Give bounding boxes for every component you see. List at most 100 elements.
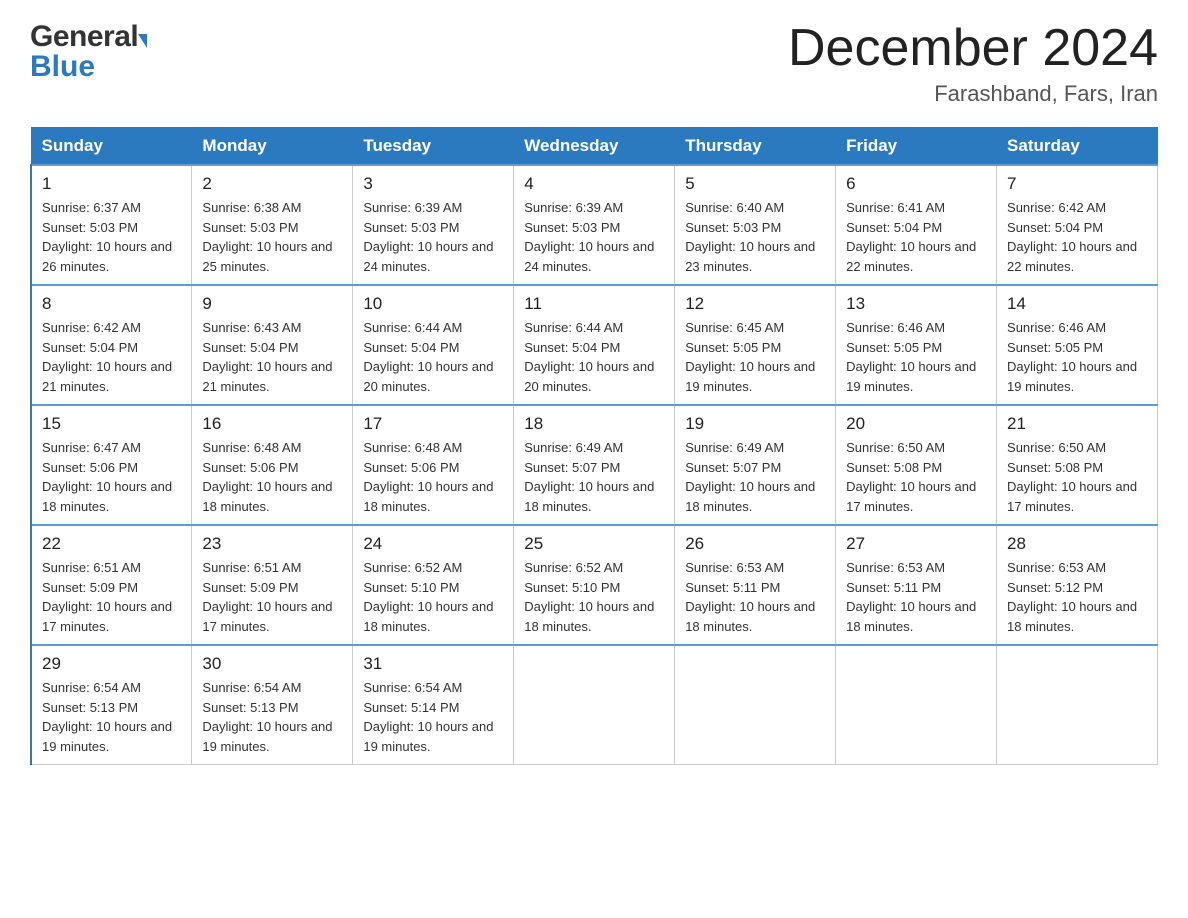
sunset-text: Sunset: 5:13 PM (42, 700, 138, 715)
sunset-text: Sunset: 5:07 PM (524, 460, 620, 475)
calendar-header-row: Sunday Monday Tuesday Wednesday Thursday… (31, 128, 1158, 166)
day-info: Sunrise: 6:42 AM Sunset: 5:04 PM Dayligh… (1007, 198, 1147, 276)
calendar-cell: 15 Sunrise: 6:47 AM Sunset: 5:06 PM Dayl… (31, 405, 192, 525)
calendar-cell: 27 Sunrise: 6:53 AM Sunset: 5:11 PM Dayl… (836, 525, 997, 645)
sunset-text: Sunset: 5:03 PM (363, 220, 459, 235)
calendar-cell: 5 Sunrise: 6:40 AM Sunset: 5:03 PM Dayli… (675, 165, 836, 285)
day-number: 2 (202, 174, 342, 194)
sunset-text: Sunset: 5:05 PM (846, 340, 942, 355)
daylight-text: Daylight: 10 hours and 20 minutes. (363, 359, 493, 394)
calendar-cell: 17 Sunrise: 6:48 AM Sunset: 5:06 PM Dayl… (353, 405, 514, 525)
sunrise-text: Sunrise: 6:42 AM (42, 320, 141, 335)
daylight-text: Daylight: 10 hours and 18 minutes. (846, 599, 976, 634)
day-number: 30 (202, 654, 342, 674)
calendar-cell: 16 Sunrise: 6:48 AM Sunset: 5:06 PM Dayl… (192, 405, 353, 525)
calendar-cell: 19 Sunrise: 6:49 AM Sunset: 5:07 PM Dayl… (675, 405, 836, 525)
day-number: 20 (846, 414, 986, 434)
col-monday: Monday (192, 128, 353, 166)
day-number: 13 (846, 294, 986, 314)
daylight-text: Daylight: 10 hours and 22 minutes. (846, 239, 976, 274)
sunrise-text: Sunrise: 6:54 AM (363, 680, 462, 695)
calendar-cell: 12 Sunrise: 6:45 AM Sunset: 5:05 PM Dayl… (675, 285, 836, 405)
calendar-cell: 10 Sunrise: 6:44 AM Sunset: 5:04 PM Dayl… (353, 285, 514, 405)
sunset-text: Sunset: 5:04 PM (202, 340, 298, 355)
day-info: Sunrise: 6:38 AM Sunset: 5:03 PM Dayligh… (202, 198, 342, 276)
sunrise-text: Sunrise: 6:49 AM (685, 440, 784, 455)
day-number: 3 (363, 174, 503, 194)
daylight-text: Daylight: 10 hours and 18 minutes. (524, 479, 654, 514)
col-saturday: Saturday (997, 128, 1158, 166)
sunrise-text: Sunrise: 6:54 AM (202, 680, 301, 695)
sunrise-text: Sunrise: 6:43 AM (202, 320, 301, 335)
day-info: Sunrise: 6:41 AM Sunset: 5:04 PM Dayligh… (846, 198, 986, 276)
calendar-cell: 30 Sunrise: 6:54 AM Sunset: 5:13 PM Dayl… (192, 645, 353, 765)
location: Farashband, Fars, Iran (788, 81, 1158, 107)
col-sunday: Sunday (31, 128, 192, 166)
day-info: Sunrise: 6:48 AM Sunset: 5:06 PM Dayligh… (202, 438, 342, 516)
sunrise-text: Sunrise: 6:53 AM (685, 560, 784, 575)
day-info: Sunrise: 6:47 AM Sunset: 5:06 PM Dayligh… (42, 438, 181, 516)
sunset-text: Sunset: 5:09 PM (202, 580, 298, 595)
sunset-text: Sunset: 5:06 PM (202, 460, 298, 475)
sunset-text: Sunset: 5:14 PM (363, 700, 459, 715)
day-info: Sunrise: 6:39 AM Sunset: 5:03 PM Dayligh… (363, 198, 503, 276)
day-number: 9 (202, 294, 342, 314)
calendar-week-row: 22 Sunrise: 6:51 AM Sunset: 5:09 PM Dayl… (31, 525, 1158, 645)
day-number: 16 (202, 414, 342, 434)
sunrise-text: Sunrise: 6:42 AM (1007, 200, 1106, 215)
sunset-text: Sunset: 5:06 PM (363, 460, 459, 475)
day-number: 23 (202, 534, 342, 554)
day-number: 5 (685, 174, 825, 194)
daylight-text: Daylight: 10 hours and 17 minutes. (42, 599, 172, 634)
daylight-text: Daylight: 10 hours and 19 minutes. (1007, 359, 1137, 394)
day-info: Sunrise: 6:52 AM Sunset: 5:10 PM Dayligh… (524, 558, 664, 636)
sunrise-text: Sunrise: 6:51 AM (202, 560, 301, 575)
calendar-cell: 3 Sunrise: 6:39 AM Sunset: 5:03 PM Dayli… (353, 165, 514, 285)
logo: General Blue (30, 20, 147, 84)
calendar-cell: 9 Sunrise: 6:43 AM Sunset: 5:04 PM Dayli… (192, 285, 353, 405)
calendar-cell (997, 645, 1158, 765)
day-info: Sunrise: 6:54 AM Sunset: 5:13 PM Dayligh… (42, 678, 181, 756)
page-header: General Blue December 2024 Farashband, F… (30, 20, 1158, 107)
day-number: 25 (524, 534, 664, 554)
day-info: Sunrise: 6:53 AM Sunset: 5:11 PM Dayligh… (685, 558, 825, 636)
col-friday: Friday (836, 128, 997, 166)
calendar-table: Sunday Monday Tuesday Wednesday Thursday… (30, 127, 1158, 765)
calendar-cell (675, 645, 836, 765)
daylight-text: Daylight: 10 hours and 19 minutes. (202, 719, 332, 754)
daylight-text: Daylight: 10 hours and 21 minutes. (202, 359, 332, 394)
daylight-text: Daylight: 10 hours and 18 minutes. (685, 599, 815, 634)
sunrise-text: Sunrise: 6:39 AM (363, 200, 462, 215)
sunset-text: Sunset: 5:04 PM (42, 340, 138, 355)
day-number: 6 (846, 174, 986, 194)
sunrise-text: Sunrise: 6:53 AM (846, 560, 945, 575)
sunset-text: Sunset: 5:05 PM (685, 340, 781, 355)
sunrise-text: Sunrise: 6:52 AM (363, 560, 462, 575)
daylight-text: Daylight: 10 hours and 17 minutes. (846, 479, 976, 514)
day-info: Sunrise: 6:51 AM Sunset: 5:09 PM Dayligh… (42, 558, 181, 636)
sunset-text: Sunset: 5:06 PM (42, 460, 138, 475)
day-number: 12 (685, 294, 825, 314)
sunrise-text: Sunrise: 6:53 AM (1007, 560, 1106, 575)
day-info: Sunrise: 6:50 AM Sunset: 5:08 PM Dayligh… (846, 438, 986, 516)
daylight-text: Daylight: 10 hours and 24 minutes. (524, 239, 654, 274)
calendar-cell: 1 Sunrise: 6:37 AM Sunset: 5:03 PM Dayli… (31, 165, 192, 285)
day-number: 18 (524, 414, 664, 434)
daylight-text: Daylight: 10 hours and 17 minutes. (1007, 479, 1137, 514)
day-number: 26 (685, 534, 825, 554)
day-info: Sunrise: 6:46 AM Sunset: 5:05 PM Dayligh… (1007, 318, 1147, 396)
sunset-text: Sunset: 5:13 PM (202, 700, 298, 715)
sunrise-text: Sunrise: 6:49 AM (524, 440, 623, 455)
day-info: Sunrise: 6:42 AM Sunset: 5:04 PM Dayligh… (42, 318, 181, 396)
day-number: 19 (685, 414, 825, 434)
day-info: Sunrise: 6:50 AM Sunset: 5:08 PM Dayligh… (1007, 438, 1147, 516)
calendar-cell: 26 Sunrise: 6:53 AM Sunset: 5:11 PM Dayl… (675, 525, 836, 645)
day-number: 1 (42, 174, 181, 194)
calendar-cell: 8 Sunrise: 6:42 AM Sunset: 5:04 PM Dayli… (31, 285, 192, 405)
daylight-text: Daylight: 10 hours and 22 minutes. (1007, 239, 1137, 274)
sunrise-text: Sunrise: 6:48 AM (363, 440, 462, 455)
daylight-text: Daylight: 10 hours and 18 minutes. (42, 479, 172, 514)
col-wednesday: Wednesday (514, 128, 675, 166)
day-info: Sunrise: 6:49 AM Sunset: 5:07 PM Dayligh… (685, 438, 825, 516)
day-number: 17 (363, 414, 503, 434)
